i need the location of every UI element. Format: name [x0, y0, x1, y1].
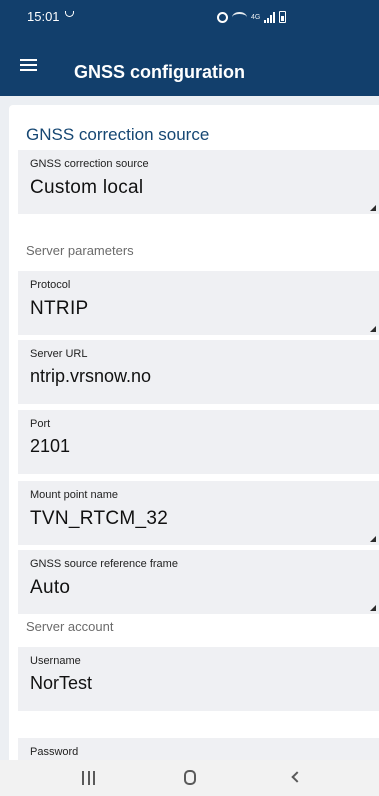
battery-icon — [279, 11, 287, 23]
section-label-server-parameters: Server parameters — [26, 243, 134, 258]
field-value: TVN_RTCM_32 — [30, 508, 169, 529]
network-type-label: 4G — [251, 13, 261, 21]
field-value: ntrip.vrsnow.no — [30, 366, 152, 386]
field-value: NTRIP — [30, 298, 89, 319]
status-time: 15:01 — [27, 9, 60, 24]
field-label: GNSS correction source — [30, 158, 149, 170]
mount-point-select[interactable]: Mount point name TVN_RTCM_32 — [18, 481, 379, 545]
dropdown-arrow-icon — [370, 536, 376, 542]
field-label: Username — [30, 655, 81, 667]
config-card: GNSS correction source GNSS correction s… — [9, 105, 379, 760]
field-value: Custom local — [30, 177, 144, 198]
correction-source-select[interactable]: GNSS correction source Custom local — [18, 150, 379, 214]
server-url-field[interactable]: Server URL ntrip.vrsnow.no — [18, 340, 379, 404]
field-label: Protocol — [30, 279, 71, 291]
password-field[interactable]: Password — [18, 738, 379, 760]
reference-frame-select[interactable]: GNSS source reference frame Auto — [18, 550, 379, 614]
app-bar-title: GNSS configuration — [74, 62, 245, 82]
field-value: NorTest — [30, 673, 93, 693]
back-icon[interactable] — [291, 771, 303, 783]
home-icon[interactable] — [184, 770, 196, 785]
system-nav-bar — [0, 760, 379, 796]
port-field[interactable]: Port 2101 — [18, 410, 379, 474]
field-label: Server URL — [30, 348, 88, 360]
protocol-select[interactable]: Protocol NTRIP — [18, 271, 379, 335]
section-label-server-account: Server account — [26, 619, 114, 634]
content-area[interactable]: GNSS correction source GNSS correction s… — [0, 96, 379, 760]
recents-icon[interactable] — [82, 771, 95, 785]
hamburger-menu-icon[interactable] — [20, 59, 37, 72]
field-label: Port — [30, 418, 51, 430]
dropdown-arrow-icon — [370, 605, 376, 611]
app-bar: GNSS configuration — [0, 34, 379, 96]
card-title: GNSS correction source — [26, 125, 210, 144]
field-label: Mount point name — [30, 489, 119, 501]
status-icons: 4G — [217, 8, 287, 26]
status-bar: 15:01 4G — [0, 0, 379, 34]
field-value: 2101 — [30, 436, 71, 456]
sync-icon — [65, 11, 74, 17]
wifi-icon — [232, 11, 247, 23]
field-value: Auto — [30, 577, 71, 598]
dropdown-arrow-icon — [370, 326, 376, 332]
username-field[interactable]: Username NorTest — [18, 647, 379, 711]
field-label: Password — [30, 746, 79, 758]
alarm-icon — [217, 11, 228, 23]
field-label: GNSS source reference frame — [30, 558, 178, 570]
signal-icon — [264, 11, 276, 23]
dropdown-arrow-icon — [370, 205, 376, 211]
